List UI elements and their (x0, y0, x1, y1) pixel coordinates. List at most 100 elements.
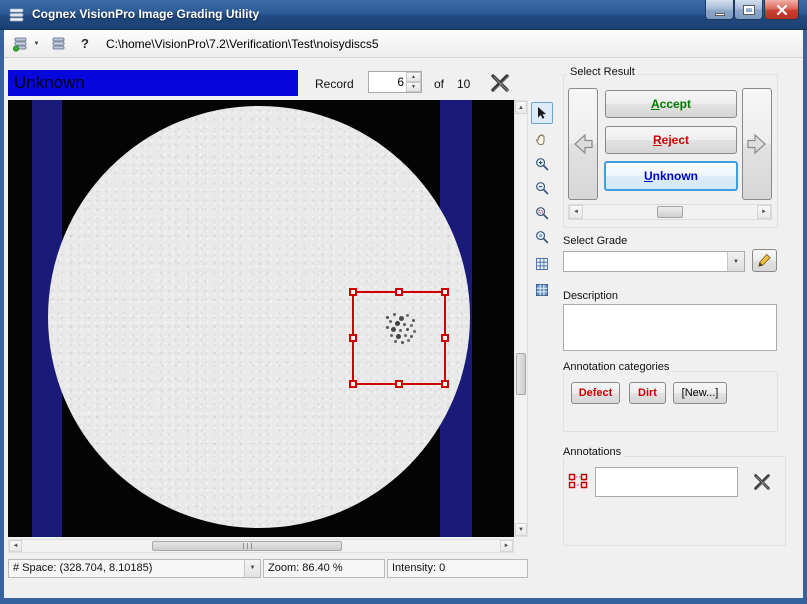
next-arrow-icon (745, 130, 769, 158)
annotation-text-input[interactable] (595, 467, 738, 497)
reject-label-rest: eject (662, 133, 689, 147)
zoom-fit-tool-button[interactable] (531, 226, 553, 248)
roi-handle-bottom-right[interactable] (441, 380, 449, 388)
of-label: of (434, 77, 444, 91)
zoom-status: Zoom: 86.40 % (263, 559, 385, 578)
delete-annotation-button[interactable] (748, 468, 775, 495)
pencil-icon (757, 253, 772, 268)
open-database-button[interactable] (9, 33, 31, 55)
pointer-arrow-icon (535, 106, 549, 120)
annotation-roi-rectangle[interactable] (352, 291, 446, 385)
scroll-up-button[interactable]: ▲ (515, 101, 527, 114)
grade-combobox[interactable]: ▼ (563, 251, 745, 272)
zoom-region-tool-button[interactable] (531, 202, 553, 224)
result-banner: Unknown (8, 70, 298, 96)
close-window-button[interactable] (764, 0, 799, 20)
grid-outline-icon (535, 257, 549, 271)
reject-button[interactable]: Reject (605, 126, 737, 154)
grid-tool-button[interactable] (531, 253, 553, 275)
delete-record-x-icon (489, 72, 511, 94)
minimize-button[interactable] (705, 0, 734, 20)
zoom-in-icon (535, 157, 549, 171)
description-textarea[interactable] (563, 304, 777, 351)
vertical-scroll-thumb[interactable] (516, 353, 526, 395)
next-record-button[interactable] (742, 88, 772, 200)
slider-right-button[interactable]: ► (757, 205, 771, 219)
edit-grades-button[interactable] (752, 249, 777, 272)
roi-handle-top-left[interactable] (349, 288, 357, 296)
record-label: Record (315, 77, 354, 91)
scroll-grip-icon (243, 543, 252, 549)
grid-filled-tool-button[interactable] (531, 279, 553, 301)
zoom-in-tool-button[interactable] (531, 153, 553, 175)
scroll-down-button[interactable]: ▼ (515, 523, 527, 536)
unknown-label-rest: nknown (653, 169, 698, 183)
previous-record-button[interactable] (568, 88, 598, 200)
roi-handle-bottom-left[interactable] (349, 380, 357, 388)
app-window: Cognex VisionPro Image Grading Utility ▼ (0, 0, 807, 604)
zoom-out-tool-button[interactable] (531, 177, 553, 199)
grade-dropdown-button[interactable]: ▼ (727, 252, 744, 271)
unknown-label-initial: U (644, 169, 653, 183)
category-defect-button[interactable]: Defect (571, 382, 620, 404)
zoom-region-icon (535, 206, 549, 220)
save-database-button[interactable] (47, 33, 69, 55)
title-bar[interactable]: Cognex VisionPro Image Grading Utility (0, 0, 807, 30)
minimize-icon (715, 13, 725, 16)
help-button[interactable]: ? (74, 33, 96, 55)
roi-handle-top-mid[interactable] (395, 288, 403, 296)
pan-tool-button[interactable] (531, 129, 553, 151)
image-viewport[interactable] (8, 100, 514, 537)
unknown-button[interactable]: Unknown (604, 161, 738, 191)
zoom-value: Zoom: 86.40 % (268, 562, 343, 574)
scroll-right-button[interactable]: ► (500, 540, 513, 552)
delete-record-button[interactable] (485, 69, 514, 97)
roi-handle-mid-right[interactable] (441, 334, 449, 342)
pan-hand-icon (535, 133, 549, 147)
record-stack-save-icon (50, 36, 67, 52)
record-number-spinner: ▲ ▼ (368, 71, 422, 93)
category-dirt-button[interactable]: Dirt (629, 382, 666, 404)
intensity-status: Intensity: 0 (387, 559, 528, 578)
select-result-title: Select Result (567, 66, 638, 78)
delete-annotation-x-icon (752, 472, 772, 492)
image-horizontal-scrollbar[interactable]: ◄ ► (8, 539, 514, 553)
reject-label-initial: R (653, 133, 662, 147)
help-icon: ? (75, 36, 95, 51)
roi-handle-bottom-mid[interactable] (395, 380, 403, 388)
roi-handle-top-right[interactable] (441, 288, 449, 296)
record-position-slider[interactable]: ◄ ► (568, 204, 772, 220)
annotation-categories-title: Annotation categories (560, 361, 672, 373)
spin-up-button[interactable]: ▲ (406, 72, 421, 82)
maximize-icon (744, 6, 754, 14)
space-selector[interactable]: # Space: (328.704, 8.10185) ▼ (8, 559, 261, 578)
spinner-buttons: ▲ ▼ (406, 72, 421, 92)
accept-label-initial: A (651, 97, 660, 111)
annotation-shape-icon (568, 471, 588, 491)
horizontal-scroll-thumb[interactable] (152, 541, 342, 551)
zoom-fit-icon (535, 230, 549, 244)
accept-label-rest: ccept (660, 97, 691, 111)
accept-button[interactable]: Accept (605, 90, 737, 118)
slider-thumb[interactable] (657, 206, 683, 218)
window-frame-bottom (0, 598, 807, 604)
image-vertical-scrollbar[interactable]: ▲ ▼ (514, 100, 528, 537)
open-database-dropdown[interactable]: ▼ (31, 33, 42, 55)
record-set-path: C:\home\VisionPro\7.2\Verification\Test\… (106, 37, 379, 51)
annotations-title: Annotations (560, 446, 624, 458)
category-new-button[interactable]: [New...] (673, 382, 727, 404)
previous-arrow-icon (571, 130, 595, 158)
spin-down-button[interactable]: ▼ (406, 82, 421, 92)
scroll-left-button[interactable]: ◄ (9, 540, 22, 552)
space-dropdown-button[interactable]: ▼ (244, 560, 260, 577)
description-title: Description (560, 290, 621, 302)
slider-left-button[interactable]: ◄ (569, 205, 583, 219)
record-stack-icon (12, 36, 29, 52)
close-icon (776, 4, 788, 16)
zoom-out-icon (535, 181, 549, 195)
window-controls (705, 0, 799, 20)
roi-handle-mid-left[interactable] (349, 334, 357, 342)
pointer-tool-button[interactable] (531, 102, 553, 124)
maximize-button[interactable] (734, 0, 763, 20)
record-number-input[interactable] (370, 73, 406, 91)
